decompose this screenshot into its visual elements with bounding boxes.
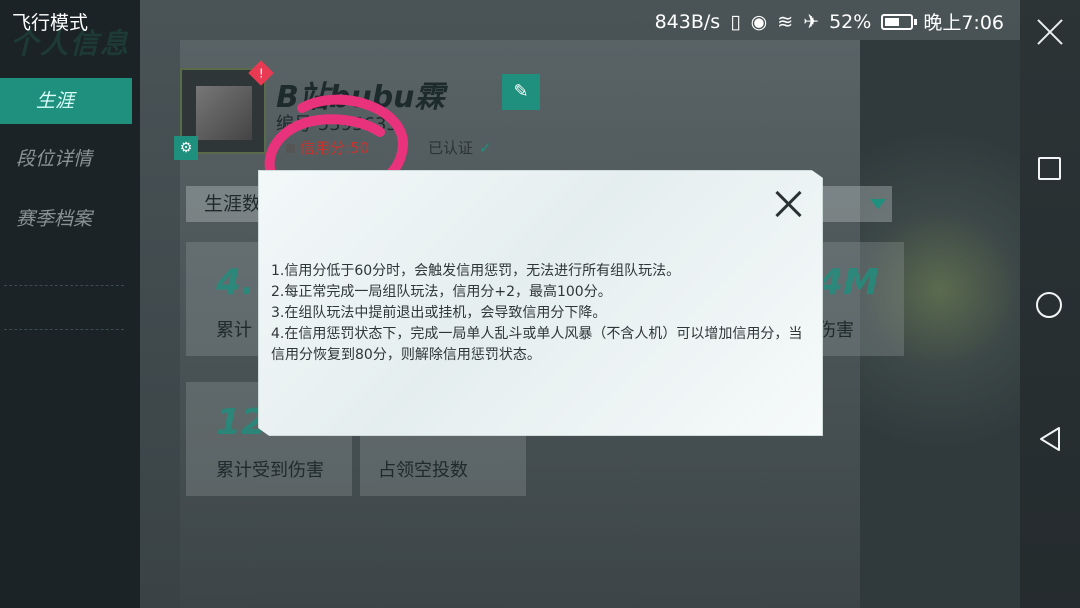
close-icon[interactable] (1036, 18, 1064, 46)
battery-icon (881, 13, 918, 30)
wifi-icon: ≋ (777, 10, 794, 33)
check-icon: ✓ (479, 139, 492, 157)
stat-label: 占领空投数 (378, 460, 468, 481)
rule-line: 4.在信用惩罚状态下，完成一局单人乱斗或单人风暴（不含人机）可以增加信用分，当信… (271, 326, 803, 363)
home-icon[interactable] (1036, 292, 1062, 318)
chevron-down-icon (870, 199, 886, 209)
stat-value: 4M (818, 262, 879, 303)
airplane-icon: ✈ (803, 10, 820, 33)
close-icon[interactable] (773, 189, 803, 219)
rule-line: 2.每正常完成一局组队玩法，信用分+2，最高100分。 (271, 284, 612, 300)
clock: 晚上7:06 (923, 12, 1004, 34)
sidebar-item-season-archive[interactable]: 赛季档案 (0, 196, 132, 242)
sidebar-item-career[interactable]: 生涯 (0, 78, 132, 124)
battery-percent: 52% (829, 10, 872, 33)
left-sidebar: 个人信息 生涯 段位详情 赛季档案 (0, 0, 140, 608)
pencil-icon: ✎ (513, 81, 529, 102)
net-speed: 843B/s (654, 10, 721, 33)
stat-label: 累计 (216, 320, 252, 341)
back-icon[interactable] (1038, 426, 1062, 452)
verified-status: 已认证 ✓ (428, 139, 492, 157)
stat-value: 4. (216, 262, 255, 303)
avatar-image (196, 86, 252, 140)
recents-icon[interactable] (1038, 157, 1061, 180)
rule-line: 3.在组队玩法中提前退出或挂机，会导致信用分下降。 (271, 305, 607, 321)
sidebar-decoration (4, 285, 124, 330)
eye-icon: ◉ (750, 10, 768, 33)
sidebar-item-rank-details[interactable]: 段位详情 (0, 136, 132, 182)
airplane-mode-text: 飞行模式 (12, 12, 89, 34)
gear-icon[interactable]: ⚙ (174, 136, 198, 160)
credit-rules-text: 1.信用分低于60分时，会触发信用惩罚，无法进行所有组队玩法。 2.每正常完成一… (271, 261, 811, 366)
status-bar: 飞行模式 843B/s ▯ ◉ ≋ ✈ 52% 晚上7:06 (0, 0, 1080, 40)
edit-profile-button[interactable]: ✎ (502, 74, 540, 110)
vibrate-icon: ▯ (730, 10, 741, 33)
stat-label: 伤害 (818, 320, 854, 341)
credit-rules-dialog: 1.信用分低于60分时，会触发信用惩罚，无法进行所有组队玩法。 2.每正常完成一… (258, 170, 823, 436)
status-icons: 843B/s ▯ ◉ ≋ ✈ 52% 晚上7:06 (655, 8, 1004, 35)
stat-label: 累计受到伤害 (216, 460, 324, 481)
rule-line: 1.信用分低于60分时，会触发信用惩罚，无法进行所有组队玩法。 (271, 263, 681, 279)
